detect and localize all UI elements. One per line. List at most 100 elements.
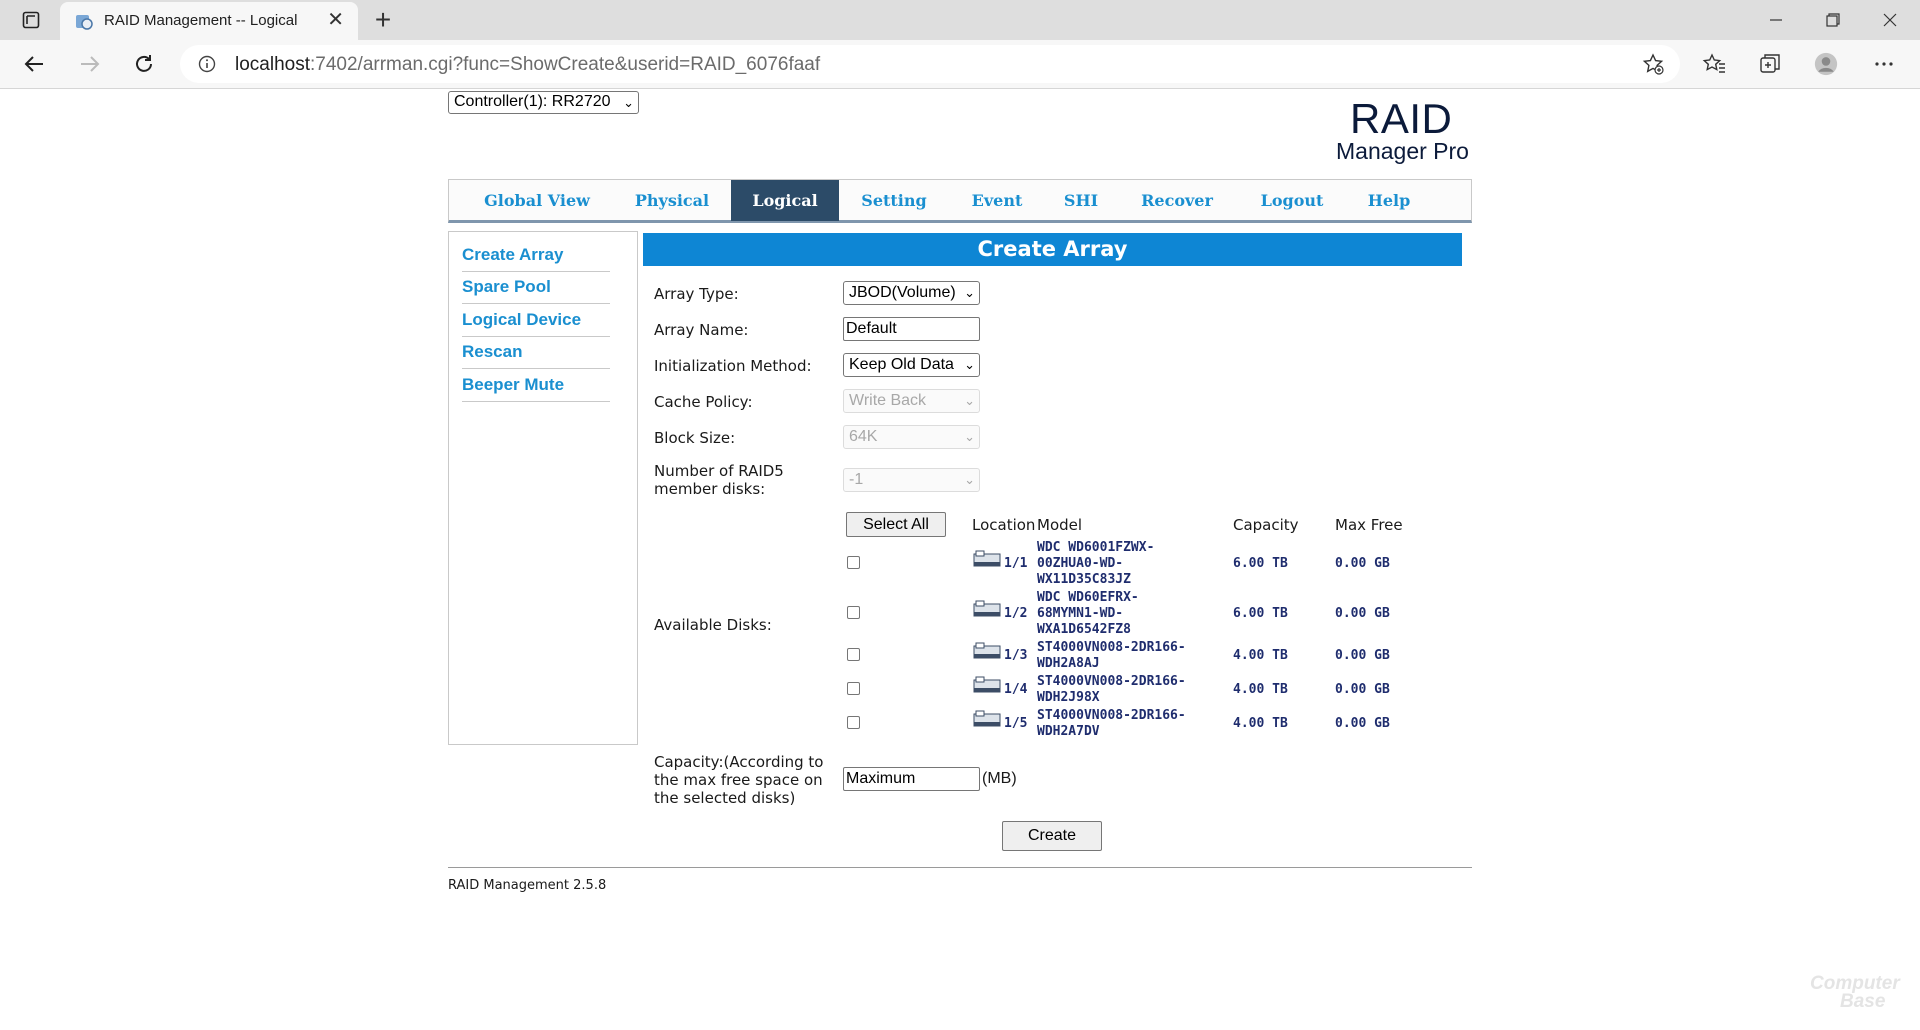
disk-max-free: 0.00 GB [1335,682,1390,697]
disk-capacity: 4.00 TB [1233,716,1288,731]
capacity-field[interactable]: Maximum [843,767,980,791]
add-favorite-icon[interactable] [1642,53,1664,75]
nav-shi[interactable]: SHI [1045,180,1117,221]
favorites-icon[interactable] [1702,52,1726,76]
disk-model-line2: 00ZHUA0-WD- [1037,556,1124,571]
disk-model-line3: WX11D35C83JZ [1037,572,1131,587]
forward-icon[interactable] [74,48,106,80]
tab-title: RAID Management -- Logical [104,12,298,29]
controller-select-value: Controller(1): RR2720 [454,93,611,110]
select-all-button[interactable]: Select All [846,512,946,537]
site-info-icon[interactable] [198,55,216,73]
cache-policy-label: Cache Policy: [654,393,753,411]
browser-tabstrip: RAID Management -- Logical ✕ + [0,0,1920,40]
hard-disk-icon [973,675,1001,695]
address-bar[interactable]: localhost:7402/arrman.cgi?func=ShowCreat… [180,45,1680,83]
minimize-icon[interactable] [1748,0,1804,40]
hard-disk-icon [973,641,1001,661]
hard-disk-icon [973,549,1001,569]
block-size-label: Block Size: [654,429,736,447]
disk-location: 1/1 [1004,556,1028,571]
column-header-capacity: Capacity [1233,516,1299,534]
browser-toolbar: localhost:7402/arrman.cgi?func=ShowCreat… [0,40,1920,89]
disk-model-line2: WDH2J98X [1037,690,1100,705]
logo-subtitle: Manager Pro [1336,138,1469,164]
restore-icon[interactable] [1805,0,1861,40]
browser-tab[interactable]: RAID Management -- Logical ✕ [60,2,358,40]
hard-disk-icon [973,709,1001,729]
block-size-select: 64K ⌄ [843,425,980,449]
collections-icon[interactable] [1758,52,1782,76]
nav-logout[interactable]: Logout [1237,180,1347,221]
create-button[interactable]: Create [1002,821,1102,851]
close-tab-icon[interactable]: ✕ [327,10,344,30]
disk-model-line1: ST4000VN008-2DR166- [1037,640,1186,655]
sidebar-item-rescan[interactable]: Rescan [462,336,610,369]
disk-model-line1: WDC WD60EFRX- [1037,590,1139,605]
chevron-down-icon: ⌄ [962,472,975,488]
chevron-down-icon: ⌄ [962,285,975,301]
array-name-field[interactable]: Default [843,317,980,341]
capacity-label-line1: Capacity:(According to [654,753,824,771]
url-path: :7402/arrman.cgi?func=ShowCreate&userid=… [310,54,821,75]
chevron-down-icon: ⌄ [962,429,975,445]
nav-logical[interactable]: Logical [731,180,839,221]
nav-global-view[interactable]: Global View [449,180,625,221]
available-disks-label: Available Disks: [654,616,772,634]
hard-disk-icon [973,599,1001,619]
column-header-location: Location [972,516,1036,534]
capacity-label-line3: the selected disks) [654,789,796,807]
disk-location: 1/3 [1004,648,1028,663]
capacity-label-line2: the max free space on [654,771,823,789]
more-options-icon[interactable] [1872,52,1896,76]
disk-checkbox[interactable] [847,682,860,695]
nav-recover[interactable]: Recover [1117,180,1237,221]
chevron-down-icon: ⌄ [962,357,975,373]
disk-model-line1: ST4000VN008-2DR166- [1037,674,1186,689]
close-window-icon[interactable] [1862,0,1918,40]
watermark-line2: Base [1840,991,1886,1012]
raid5-members-label-line1: Number of RAID5 [654,462,784,480]
disk-checkbox[interactable] [847,716,860,729]
sidebar-item-spare-pool[interactable]: Spare Pool [462,271,610,304]
array-type-select[interactable]: JBOD(Volume) ⌄ [843,281,980,305]
cache-policy-value: Write Back [849,392,927,409]
nav-help[interactable]: Help [1347,180,1431,221]
disk-capacity: 4.00 TB [1233,648,1288,663]
controller-select[interactable]: Controller(1): RR2720 ⌄ [448,91,639,114]
raid-favicon-icon [74,12,94,32]
nav-physical[interactable]: Physical [625,180,719,221]
disk-max-free: 0.00 GB [1335,648,1390,663]
disk-max-free: 0.00 GB [1335,556,1390,571]
disk-checkbox[interactable] [847,556,860,569]
refresh-icon[interactable] [128,48,160,80]
disk-checkbox[interactable] [847,648,860,661]
main-navigation: Global View Physical Logical Setting Eve… [448,179,1472,223]
footer-divider [448,867,1472,868]
disk-location: 1/4 [1004,682,1028,697]
init-method-value: Keep Old Data [849,356,954,373]
disk-max-free: 0.00 GB [1335,716,1390,731]
disk-model-line3: WXA1D6542FZ8 [1037,622,1131,637]
sidebar-item-logical-device[interactable]: Logical Device [462,304,610,337]
back-icon[interactable] [18,48,50,80]
logo-title: RAID [1350,95,1453,142]
raid5-members-select: -1 ⌄ [843,468,980,492]
chevron-down-icon: ⌄ [962,393,975,409]
profile-avatar[interactable] [1814,52,1838,76]
new-tab-icon[interactable]: + [368,4,398,36]
column-header-model: Model [1037,516,1083,534]
array-type-label: Array Type: [654,285,739,303]
disk-location: 1/2 [1004,606,1028,621]
init-method-select[interactable]: Keep Old Data ⌄ [843,353,980,377]
sidebar-item-create-array[interactable]: Create Array [462,239,610,272]
nav-setting[interactable]: Setting [839,180,949,221]
sidebar-item-beeper-mute[interactable]: Beeper Mute [462,369,610,402]
url-host: localhost [235,54,310,75]
disk-location: 1/5 [1004,716,1028,731]
footer-version: RAID Management 2.5.8 [448,878,607,893]
raid5-members-value: -1 [849,471,864,488]
tab-actions-icon[interactable] [20,9,42,31]
nav-event[interactable]: Event [949,180,1045,221]
disk-checkbox[interactable] [847,606,860,619]
